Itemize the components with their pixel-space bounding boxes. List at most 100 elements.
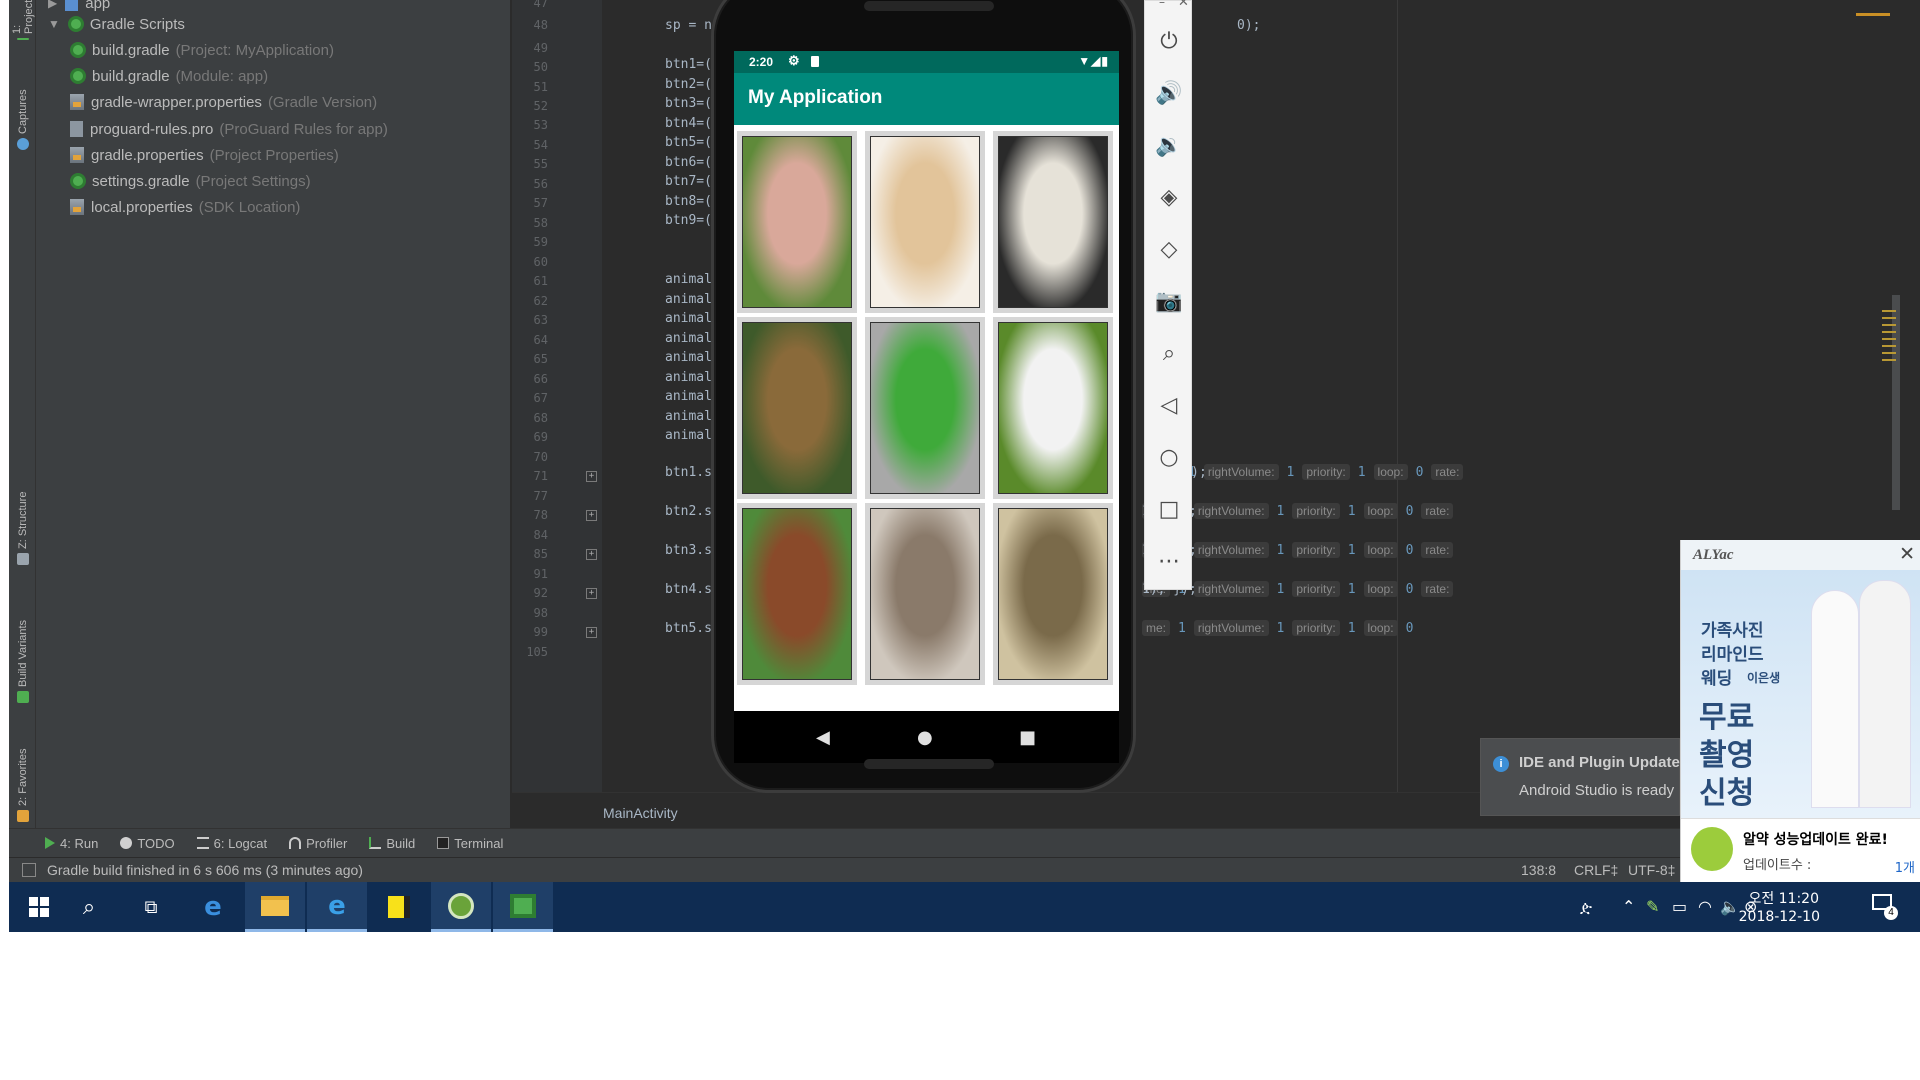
tool-tab-todo[interactable]: TODO [120, 836, 175, 851]
fold-toggle-icon[interactable]: + [586, 549, 597, 560]
parameter-hints: me:1rightVolume:1priority:1loop:0rate:1)… [1152, 464, 1464, 480]
warning-marker[interactable] [1856, 13, 1890, 16]
tree-row-build-gradle-project[interactable]: build.gradle (Project: MyApplication) [70, 39, 334, 61]
animal-button[interactable] [865, 317, 985, 499]
volume-down-icon[interactable]: 🔉 [1153, 129, 1185, 161]
close-icon[interactable]: ✕ [1899, 543, 1915, 565]
android-studio-button[interactable] [431, 882, 491, 932]
edge-button[interactable]: e [183, 882, 243, 932]
nav-home-icon[interactable]: ● [917, 727, 933, 748]
wifi-icon[interactable]: ◠ [1698, 897, 1712, 916]
zoom-icon[interactable]: ⌕ [1153, 337, 1185, 369]
chevron-up-icon[interactable]: ⌃ [1622, 897, 1635, 916]
emulator-screen[interactable]: 2:20 ⚙ ▼◢▮ My Application [734, 51, 1119, 711]
back-icon[interactable]: ◁ [1153, 389, 1185, 421]
fold-toggle-icon[interactable]: + [586, 471, 597, 482]
rotate-left-icon[interactable]: ◈ [1153, 181, 1185, 213]
more-icon[interactable]: ⋯ [1153, 545, 1185, 577]
parameter-hint: priority: [1302, 464, 1350, 480]
breadcrumb[interactable]: MainActivity [603, 805, 678, 821]
ie-button[interactable]: e [307, 882, 367, 932]
caret-position[interactable]: 138:8 [1521, 862, 1556, 878]
animal-button[interactable] [737, 317, 857, 499]
animal-button[interactable] [737, 503, 857, 685]
clock-date[interactable]: 2018-12-10 [1739, 909, 1820, 925]
tool-tab-profiler[interactable]: Profiler [289, 836, 347, 851]
tree-row-app[interactable]: ▶ app [48, 0, 110, 14]
battery-icon[interactable]: ▭ [1672, 897, 1687, 916]
animal-button[interactable] [737, 131, 857, 313]
fold-toggle-icon[interactable]: + [586, 627, 597, 638]
sticky-notes-button[interactable] [369, 882, 429, 932]
action-center-button[interactable]: 4 [1872, 894, 1898, 920]
tree-row-gradle-scripts[interactable]: ▼ Gradle Scripts [48, 13, 185, 35]
tool-tab-logcat[interactable]: 6: Logcat [196, 836, 267, 851]
people-icon[interactable]: ዽ [1580, 897, 1592, 917]
line-number: 98 [533, 606, 548, 620]
tree-row-proguard[interactable]: proguard-rules.pro (ProGuard Rules for a… [70, 118, 388, 140]
clock-time[interactable]: 오전 11:20 [1748, 888, 1819, 908]
fold-toggle-icon[interactable]: + [586, 510, 597, 521]
tab-structure[interactable]: Z: Structure [13, 465, 33, 565]
animal-button[interactable] [865, 131, 985, 313]
file-encoding[interactable]: UTF-8‡ [1628, 862, 1675, 878]
explorer-button[interactable] [245, 882, 305, 932]
tree-row-settings-gradle[interactable]: settings.gradle (Project Settings) [70, 170, 311, 192]
fold-toggle-icon[interactable]: + [586, 588, 597, 599]
folder-icon [261, 895, 289, 916]
animal-button[interactable] [993, 131, 1113, 313]
tab-project[interactable]: 1: Project [11, 0, 35, 40]
overview-icon[interactable]: □ [1153, 493, 1185, 525]
tool-tab-terminal[interactable]: Terminal [437, 836, 503, 851]
animal-button[interactable] [993, 503, 1113, 685]
logcat-icon [196, 837, 209, 849]
parameter-hint: rate: [1431, 464, 1464, 480]
notification-body: Android Studio is ready [1519, 782, 1675, 799]
emulator-button[interactable] [493, 882, 553, 932]
animal-button[interactable] [865, 503, 985, 685]
volume-icon[interactable]: 🔈 [1720, 897, 1740, 916]
line-number: 105 [526, 645, 548, 659]
ad-banner[interactable]: 가족사진 리마인드 웨딩 이은생 무료 촬영 신청 [1681, 570, 1920, 818]
minimize-icon[interactable]: – [1159, 0, 1165, 9]
status-toggle-icon[interactable] [22, 863, 36, 877]
tree-row-gradle-properties[interactable]: gradle.properties (Project Properties) [70, 144, 339, 166]
tab-captures[interactable]: Captures [13, 70, 33, 150]
internet-explorer-icon: e [328, 890, 346, 921]
line-separator[interactable]: CRLF‡ [1574, 862, 1618, 878]
tab-build-variants[interactable]: Build Variants [13, 588, 33, 703]
task-view-button[interactable]: ⧉ [121, 882, 181, 932]
animal-button[interactable] [993, 317, 1113, 499]
nav-back-icon[interactable]: ◀ [816, 727, 830, 748]
status-message: Gradle build finished in 6 s 606 ms (3 m… [47, 862, 363, 878]
alyac-mascot-icon [1691, 827, 1733, 871]
rotate-right-icon[interactable]: ◇ [1153, 233, 1185, 265]
line-number: 54 [533, 138, 548, 152]
search-button[interactable]: ⌕ [59, 882, 119, 932]
power-icon[interactable]: ⏻ [1153, 25, 1185, 57]
parameter-hint: priority: [1292, 542, 1340, 558]
tab-favorites[interactable]: 2: Favorites [13, 722, 33, 822]
line-number: 52 [533, 99, 548, 113]
parameter-hint: rightVolume: [1193, 620, 1269, 636]
camera-icon[interactable]: 📷 [1153, 285, 1185, 317]
volume-up-icon[interactable]: 🔊 [1153, 77, 1185, 109]
alyac-ad-popup[interactable]: ALYac ✕ 가족사진 리마인드 웨딩 이은생 무료 촬영 신청 알약 성능업… [1680, 540, 1920, 882]
close-icon[interactable]: ✕ [1178, 0, 1189, 10]
update-notification[interactable]: i IDE and Plugin Updates Android Studio … [1480, 738, 1688, 816]
code-token: 1 [1347, 581, 1356, 597]
line-number: 84 [533, 528, 548, 542]
project-icon [17, 38, 29, 40]
tool-tab-run[interactable]: 4: Run [45, 836, 98, 851]
signal-battery-icon: ▼◢▮ [1078, 54, 1109, 68]
tree-row-build-gradle-module[interactable]: build.gradle (Module: app) [70, 65, 268, 87]
nav-recents-icon[interactable]: ■ [1019, 727, 1036, 748]
ad-count[interactable]: 1개 [1895, 857, 1915, 876]
tree-row-local-properties[interactable]: local.properties (SDK Location) [70, 196, 300, 218]
tool-tab-build[interactable]: Build [369, 836, 415, 851]
home-icon[interactable]: ○ [1153, 441, 1185, 473]
tree-row-gradle-wrapper[interactable]: gradle-wrapper.properties (Gradle Versio… [70, 91, 377, 113]
tool-window-bar: 4: Run TODO 6: Logcat Profiler Build Ter… [9, 828, 1920, 857]
pen-icon[interactable]: ✎ [1646, 897, 1659, 916]
code-token: 1 [1347, 542, 1356, 558]
